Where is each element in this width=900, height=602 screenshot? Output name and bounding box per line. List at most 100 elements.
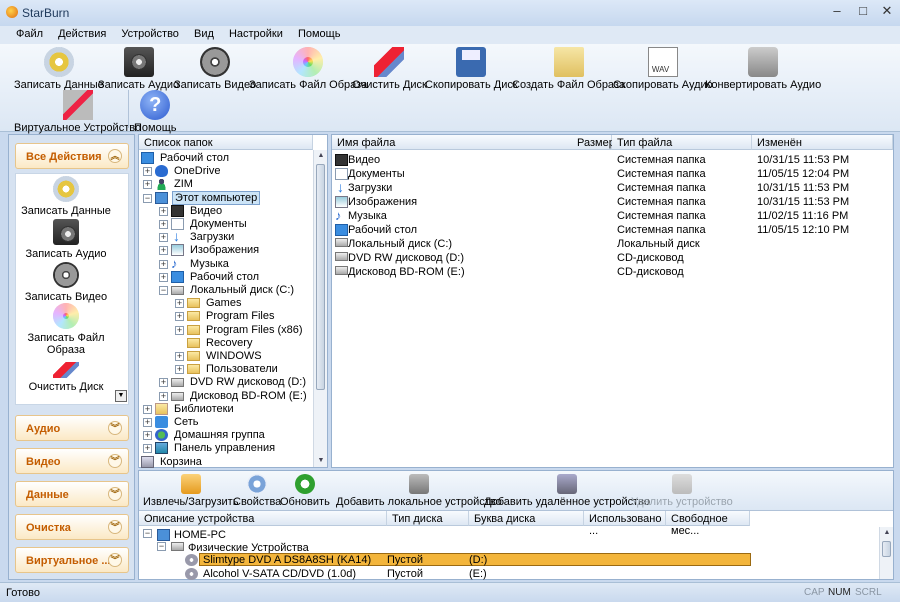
- help-button[interactable]: ? Помощь: [134, 90, 177, 134]
- expand-icon[interactable]: +: [143, 431, 152, 441]
- remove-device-button[interactable]: Удалить устройство: [631, 474, 733, 508]
- device-row-1[interactable]: Alcohol V-SATA CD/DVD (1.0d) Пустой (E:): [185, 568, 745, 581]
- file-row[interactable]: ♪ Музыка Системная папка 11/02/15 11:16 PM: [332, 209, 892, 223]
- tree-item[interactable]: + Библиотеки: [141, 402, 311, 416]
- col-free[interactable]: Свободное мес...: [666, 511, 750, 537]
- actions-scroll-down[interactable]: ▼: [115, 390, 127, 402]
- action-burn-audio[interactable]: Записать Аудио: [16, 219, 116, 260]
- expand-icon[interactable]: +: [175, 325, 184, 335]
- col-disc-type[interactable]: Тип диска: [387, 511, 469, 526]
- file-row[interactable]: Загрузки Системная папка 10/31/15 11:53 PM: [332, 179, 892, 195]
- tree-item[interactable]: + Изображения: [141, 244, 311, 257]
- chevron-down-icon[interactable]: ︾: [108, 454, 122, 468]
- col-type[interactable]: Тип файла: [612, 135, 752, 150]
- expand-icon[interactable]: +: [175, 352, 184, 361]
- tree-item[interactable]: + Загрузки: [141, 228, 311, 244]
- expand-icon[interactable]: +: [159, 391, 168, 401]
- expand-icon[interactable]: +: [159, 272, 168, 282]
- file-row[interactable]: Документы Системная папка 11/05/15 12:04 P…: [332, 167, 892, 181]
- file-row[interactable]: Рабочий стол Системная папка 11/05/15 12:1…: [332, 223, 892, 237]
- expand-icon[interactable]: +: [143, 180, 152, 190]
- scroll-up-arrow-icon[interactable]: ▲: [314, 150, 328, 162]
- menu-view[interactable]: Вид: [188, 26, 220, 40]
- expand-icon[interactable]: +: [159, 206, 168, 216]
- chevron-up-icon[interactable]: ︽: [108, 149, 122, 163]
- scroll-down-arrow-icon[interactable]: ▼: [314, 455, 328, 467]
- menu-settings[interactable]: Настройки: [223, 26, 289, 40]
- burn-image-button[interactable]: Записать Файл Образа: [249, 47, 367, 91]
- tree-item[interactable]: + Пользователи: [141, 363, 311, 376]
- add-local-device-button[interactable]: Добавить локальное устройство: [336, 474, 502, 508]
- expand-icon[interactable]: +: [159, 220, 168, 229]
- tree-item[interactable]: + Видео: [141, 204, 311, 218]
- properties-button[interactable]: Свойства: [233, 474, 281, 508]
- burn-audio-button[interactable]: Записать Аудио: [98, 47, 179, 91]
- file-row[interactable]: Изображения Системная папка 10/31/15 11:53…: [332, 195, 892, 209]
- convert-audio-button[interactable]: Конвертировать Аудио: [705, 47, 821, 91]
- tree-item[interactable]: + ♪ Музыка: [141, 257, 311, 271]
- group-virtual[interactable]: Виртуальное ... ︾: [15, 547, 129, 573]
- file-row[interactable]: DVD RW дисковод (D:) CD-дисковод: [332, 251, 892, 265]
- col-size[interactable]: Размер: [572, 135, 615, 150]
- scroll-thumb[interactable]: [316, 164, 325, 390]
- folder-tree-scrollbar[interactable]: ▲ ▼: [313, 150, 327, 467]
- tree-item[interactable]: + WINDOWS: [141, 350, 311, 363]
- tree-item[interactable]: Корзина: [141, 455, 311, 469]
- col-modified[interactable]: Изменён: [752, 135, 893, 150]
- menu-actions[interactable]: Действия: [52, 26, 112, 40]
- device-list-scrollbar[interactable]: ▲: [879, 527, 893, 579]
- tree-item[interactable]: + Домашняя группа: [141, 429, 311, 442]
- group-video[interactable]: Видео ︾: [15, 448, 129, 474]
- menu-device[interactable]: Устройство: [115, 26, 185, 40]
- file-row[interactable]: Дисковод BD-ROM (E:) CD-дисковод: [332, 265, 892, 279]
- chevron-down-icon[interactable]: ︾: [108, 520, 122, 534]
- tree-item[interactable]: + Сеть: [141, 416, 311, 429]
- tree-item[interactable]: + Games: [141, 297, 311, 310]
- expand-icon[interactable]: +: [175, 299, 184, 309]
- group-erase[interactable]: Очистка ︾: [15, 514, 129, 540]
- scroll-up-arrow-icon[interactable]: ▲: [880, 527, 894, 539]
- tree-item[interactable]: + Дисковод BD-ROM (E:): [141, 390, 311, 403]
- copy-disc-button[interactable]: Скопировать Диск: [425, 47, 518, 91]
- tree-item[interactable]: + Документы: [141, 218, 311, 231]
- eject-load-button[interactable]: Извлечь/Загрузить: [143, 474, 238, 508]
- menu-help[interactable]: Помощь: [292, 26, 347, 40]
- chevron-down-icon[interactable]: ︾: [108, 487, 122, 501]
- tree-item[interactable]: − Локальный диск (C:): [141, 284, 311, 297]
- expand-icon[interactable]: +: [143, 444, 152, 454]
- menu-file[interactable]: Файл: [10, 26, 49, 40]
- add-remote-device-button[interactable]: Добавить удалённое устройство: [484, 474, 650, 508]
- col-name[interactable]: Имя файла: [332, 135, 612, 150]
- group-audio[interactable]: Аудио ︾: [15, 415, 129, 441]
- tree-item[interactable]: Рабочий стол: [141, 152, 311, 165]
- copy-audio-button[interactable]: Скопировать Аудио: [613, 47, 713, 91]
- tree-item[interactable]: − Этот компьютер: [141, 190, 311, 205]
- erase-disc-button[interactable]: Очистить Диск: [352, 47, 427, 91]
- action-burn-video[interactable]: Записать Видео: [16, 262, 116, 303]
- tree-item[interactable]: + OneDrive: [141, 165, 311, 178]
- tree-item[interactable]: + Рабочий стол: [141, 270, 311, 284]
- tree-item[interactable]: + Program Files: [141, 310, 311, 323]
- collapse-icon[interactable]: −: [143, 529, 152, 538]
- expand-icon[interactable]: +: [159, 246, 168, 256]
- expand-icon[interactable]: +: [175, 365, 184, 375]
- action-burn-data[interactable]: Записать Данные: [16, 176, 116, 217]
- device-row-0[interactable]: Slimtype DVD A DS8A8SH (KA14) Пустой (D:…: [185, 554, 745, 567]
- expand-icon[interactable]: +: [159, 233, 168, 243]
- group-data[interactable]: Данные ︾: [15, 481, 129, 507]
- expand-icon[interactable]: +: [143, 167, 152, 177]
- tree-item[interactable]: + ZIM: [141, 178, 311, 191]
- expand-icon[interactable]: +: [143, 418, 152, 427]
- col-device-description[interactable]: Описание устройства: [139, 511, 387, 526]
- burn-video-button[interactable]: Записать Видео: [174, 47, 256, 91]
- tree-item[interactable]: + Панель управления: [141, 442, 311, 455]
- collapse-icon[interactable]: −: [157, 542, 166, 551]
- expand-icon[interactable]: +: [143, 404, 152, 414]
- chevron-down-icon[interactable]: ︾: [108, 421, 122, 435]
- folder-tree-header[interactable]: Список папок: [139, 135, 313, 150]
- expand-icon[interactable]: +: [175, 312, 184, 322]
- action-erase-disc[interactable]: Очистить Диск: [16, 362, 116, 393]
- all-actions-header[interactable]: Все Действия ︽: [15, 143, 129, 169]
- expand-icon[interactable]: +: [159, 378, 168, 388]
- virtual-device-button[interactable]: Виртуальное Устройство: [14, 90, 141, 134]
